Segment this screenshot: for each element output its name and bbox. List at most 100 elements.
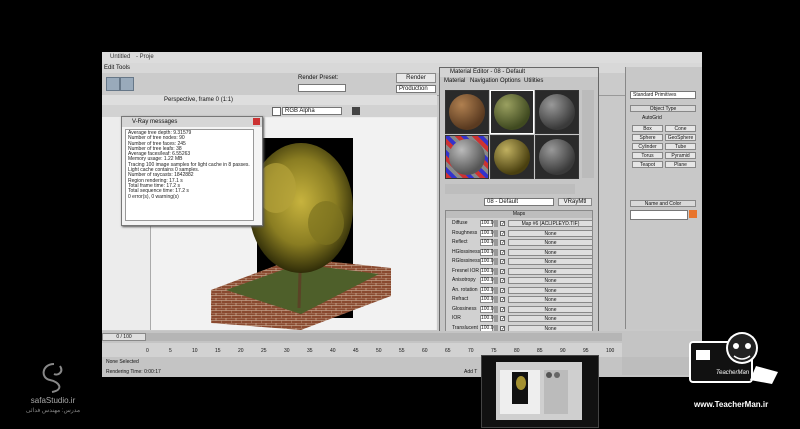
map-amount-field[interactable]: 100.0 <box>480 220 494 227</box>
map-slot-button[interactable]: None <box>508 248 593 256</box>
map-enable-checkbox[interactable]: ✓ <box>500 278 505 284</box>
object-button-geosphere[interactable]: GeoSphere <box>665 134 696 141</box>
menu-navigation[interactable]: Navigation <box>470 78 498 84</box>
map-enable-checkbox[interactable]: ✓ <box>500 249 505 255</box>
map-enable-checkbox[interactable]: ✓ <box>500 306 505 312</box>
menu-material[interactable]: Material <box>444 78 465 84</box>
map-enable-checkbox[interactable]: ✓ <box>500 325 505 331</box>
object-type-header[interactable]: Object Type <box>630 105 696 112</box>
map-amount-field[interactable]: 100.0 <box>480 305 494 313</box>
object-button-box[interactable]: Box <box>632 125 663 132</box>
map-amount-spinner[interactable] <box>494 315 498 322</box>
map-amount-spinner[interactable] <box>494 296 498 303</box>
map-slot-button[interactable]: None <box>508 296 593 303</box>
menu-utilities[interactable]: Utilities <box>524 78 543 84</box>
menu-options[interactable]: Options <box>500 78 521 84</box>
map-name: IOR <box>452 315 461 321</box>
map-enable-checkbox[interactable]: ✓ <box>500 259 505 265</box>
map-enable-checkbox[interactable]: ✓ <box>500 240 505 246</box>
render-button[interactable]: Render <box>396 73 436 83</box>
object-button-torus[interactable]: Torus <box>632 152 663 159</box>
map-slot-button[interactable]: Map #6 (ACLIPLEYD.TIF) <box>508 220 593 227</box>
map-enable-checkbox[interactable]: ✓ <box>500 230 505 236</box>
channel-dropdown[interactable]: RGB Alpha <box>282 107 342 115</box>
map-amount-spinner[interactable] <box>494 248 498 256</box>
map-row: Roughness 100.0 ✓ None <box>452 229 593 238</box>
render-preset-dropdown[interactable] <box>298 84 346 92</box>
map-amount-spinner[interactable] <box>494 277 498 284</box>
object-button-pyramid[interactable]: Pyramid <box>665 152 696 159</box>
object-button-teapot[interactable]: Teapot <box>632 161 663 168</box>
map-enable-checkbox[interactable]: ✓ <box>500 316 505 322</box>
map-slot-button[interactable]: None <box>508 277 593 284</box>
render-time-status: Rendering Time: 0:00:17 <box>106 369 161 375</box>
window-title: Untitled <box>110 54 131 60</box>
material-type-button[interactable]: VRayMtl <box>558 198 592 206</box>
maps-header[interactable]: Maps <box>446 211 592 218</box>
production-dropdown[interactable]: Production <box>396 85 436 93</box>
map-enable-checkbox[interactable]: ✓ <box>500 221 505 227</box>
redo-icon[interactable] <box>120 77 134 91</box>
map-slot-button[interactable]: None <box>508 305 593 313</box>
map-enable-checkbox[interactable]: ✓ <box>500 268 505 274</box>
map-slot-button[interactable]: None <box>508 315 593 322</box>
material-name-field[interactable]: 08 - Default <box>484 198 554 206</box>
material-slot[interactable] <box>490 90 534 134</box>
map-enable-checkbox[interactable]: ✓ <box>500 297 505 303</box>
menu-edit[interactable]: Edit <box>104 65 114 71</box>
material-slot[interactable] <box>490 135 534 179</box>
timeline-tick-label: 70 <box>468 348 474 354</box>
frame-counter[interactable]: 0 / 100 <box>102 333 146 341</box>
material-toolbar[interactable] <box>445 184 575 194</box>
map-amount-field[interactable]: 100.0 <box>480 286 494 294</box>
map-amount-spinner[interactable] <box>494 286 498 294</box>
side-toolbar[interactable] <box>582 90 594 178</box>
map-amount-field[interactable]: 100.0 <box>480 315 494 322</box>
map-slot-button[interactable]: None <box>508 258 593 265</box>
object-button-plane[interactable]: Plane <box>665 161 696 168</box>
map-amount-field[interactable]: 100.0 <box>480 258 494 265</box>
map-amount-field[interactable]: 100.0 <box>480 239 494 246</box>
time-slider[interactable]: 0 / 100 <box>102 333 622 341</box>
material-slot[interactable] <box>535 135 579 179</box>
map-slot-button[interactable]: None <box>508 239 593 246</box>
object-button-sphere[interactable]: Sphere <box>632 134 663 141</box>
map-slot-button[interactable]: None <box>508 286 593 294</box>
map-name: Refract <box>452 296 469 302</box>
map-amount-field[interactable]: 100.0 <box>480 296 494 303</box>
autogrid-label[interactable]: AutoGrid <box>642 115 662 121</box>
menu-tools[interactable]: Tools <box>116 65 130 71</box>
object-name-field[interactable] <box>630 210 688 220</box>
map-amount-spinner[interactable] <box>494 239 498 246</box>
map-enable-checkbox[interactable]: ✓ <box>500 287 505 293</box>
mono-icon[interactable] <box>352 107 360 115</box>
material-slot[interactable] <box>445 135 489 179</box>
map-amount-field[interactable]: 100.0 <box>480 277 494 284</box>
close-icon[interactable] <box>253 118 260 125</box>
swatch-icon[interactable] <box>272 107 281 116</box>
map-amount-field[interactable]: 100.0 <box>480 229 494 237</box>
command-panel: Standard Primitives Object Type AutoGrid… <box>625 67 702 329</box>
map-amount-field[interactable]: 100.0 <box>480 267 494 275</box>
map-amount-field[interactable]: 100.0 <box>480 248 494 256</box>
object-button-cylinder[interactable]: Cylinder <box>632 143 663 150</box>
material-slot[interactable] <box>535 90 579 134</box>
add-time-tag[interactable]: Add T <box>464 369 477 375</box>
object-color-swatch[interactable] <box>689 210 697 218</box>
map-amount-spinner[interactable] <box>494 305 498 313</box>
primitive-category-dropdown[interactable]: Standard Primitives <box>630 91 696 99</box>
map-amount-spinner[interactable] <box>494 267 498 275</box>
map-amount-spinner[interactable] <box>494 258 498 265</box>
object-button-tube[interactable]: Tube <box>665 143 696 150</box>
undo-icon[interactable] <box>106 77 120 91</box>
map-amount-spinner[interactable] <box>494 229 498 237</box>
material-slot[interactable] <box>445 90 489 134</box>
timeline-tick-label: 15 <box>215 348 221 354</box>
object-button-cone[interactable]: Cone <box>665 125 696 132</box>
vray-log-line: 0 error(s), 0 warning(s) <box>128 193 179 200</box>
map-slot-button[interactable]: None <box>508 229 593 237</box>
map-slot-button[interactable]: None <box>508 267 593 275</box>
timeline-tick-label: 65 <box>445 348 451 354</box>
name-color-header[interactable]: Name and Color <box>630 200 696 207</box>
map-amount-spinner[interactable] <box>494 220 498 227</box>
